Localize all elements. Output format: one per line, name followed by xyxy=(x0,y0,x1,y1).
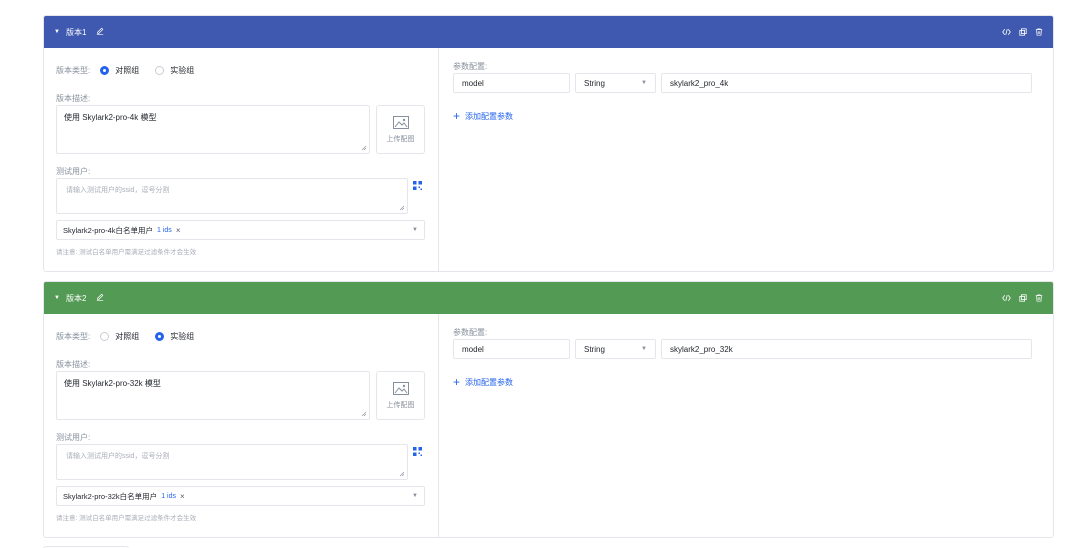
param-value-text: skylark2_pro_32k xyxy=(670,344,733,354)
resize-handle-icon[interactable] xyxy=(361,145,367,151)
radio-label: 实验组 xyxy=(170,332,195,341)
param-type-select[interactable]: String ▼ xyxy=(575,73,656,93)
test-users-placeholder: 请输入测试用户的ssid，逗号分割 xyxy=(66,187,170,194)
whitelist-select[interactable]: Skylark2-pro-4k白名单用户 1 ids × ▼ xyxy=(56,220,425,240)
whitelist-count: 1 ids xyxy=(161,492,176,500)
test-users-label: 测试用户: xyxy=(56,433,91,442)
radio-label: 实验组 xyxy=(170,66,195,75)
plus-icon: + xyxy=(453,375,461,389)
whitelist-tag-label: Skylark2-pro-4k白名单用户 xyxy=(63,225,154,235)
param-type-text: String xyxy=(584,78,605,88)
radio-circle[interactable] xyxy=(100,66,110,75)
radio-experiment-group[interactable]: 实验组 xyxy=(155,65,194,76)
radio-circle[interactable] xyxy=(155,66,165,75)
param-type-text: String xyxy=(584,344,605,354)
radio-label: 对照组 xyxy=(115,332,140,341)
upload-label: 上传配图 xyxy=(386,401,415,409)
plus-icon: + xyxy=(453,109,461,123)
whitelist-tag: Skylark2-pro-32k白名单用户 1 ids × xyxy=(63,491,185,502)
caret-down-icon[interactable]: ▼ xyxy=(54,29,60,35)
param-type-select[interactable]: String ▼ xyxy=(575,339,656,359)
param-key-text: model xyxy=(462,344,484,354)
chevron-down-icon: ▼ xyxy=(641,346,647,352)
delete-icon[interactable] xyxy=(1035,28,1043,36)
qrcode-icon[interactable] xyxy=(413,181,422,192)
image-icon xyxy=(392,115,409,129)
whitelist-note: 请注意: 测试白名单用户需满足过滤条件才会生效 xyxy=(56,515,197,522)
param-config-label: 参数配置: xyxy=(453,328,488,337)
description-text: 使用 Skylark2-pro-32k 模型 xyxy=(64,379,161,388)
chevron-down-icon: ▼ xyxy=(641,80,647,86)
add-param-button[interactable]: + 添加配置参数 xyxy=(453,110,513,122)
radio-control-group[interactable]: 对照组 xyxy=(100,331,139,342)
radio-label: 对照组 xyxy=(115,66,140,75)
description-textarea[interactable]: 使用 Skylark2-pro-32k 模型 xyxy=(56,371,370,420)
param-row: model String ▼ skylark2_pro_4k xyxy=(453,73,1032,93)
resize-handle-icon[interactable] xyxy=(399,471,405,477)
param-value-text: skylark2_pro_4k xyxy=(670,78,729,88)
test-users-placeholder: 请输入测试用户的ssid，逗号分割 xyxy=(66,453,170,460)
code-icon[interactable] xyxy=(1002,294,1011,302)
param-config-label: 参数配置: xyxy=(453,62,488,71)
chevron-down-icon[interactable]: ▼ xyxy=(412,493,418,499)
param-key-input[interactable]: model xyxy=(453,339,570,359)
add-param-label: 添加配置参数 xyxy=(465,111,514,121)
close-icon[interactable]: × xyxy=(176,226,181,235)
chevron-down-icon[interactable]: ▼ xyxy=(412,227,418,233)
param-row: model String ▼ skylark2_pro_32k xyxy=(453,339,1032,359)
resize-handle-icon[interactable] xyxy=(361,411,367,417)
whitelist-tag-label: Skylark2-pro-32k白名单用户 xyxy=(63,491,158,501)
resize-handle-icon[interactable] xyxy=(399,205,405,211)
description-text: 使用 Skylark2-pro-4k 模型 xyxy=(64,113,157,122)
qrcode-icon[interactable] xyxy=(413,447,422,458)
version-title: 版本1 xyxy=(65,27,87,37)
whitelist-select[interactable]: Skylark2-pro-32k白名单用户 1 ids × ▼ xyxy=(56,486,425,506)
edit-icon[interactable] xyxy=(96,293,104,303)
caret-down-icon[interactable]: ▼ xyxy=(54,295,60,301)
param-key-input[interactable]: model xyxy=(453,73,570,93)
version-card-2: ▼ 版本2 版本类型: 对照组 实验组 版本描述: 使用 Skylark2-pr… xyxy=(43,281,1054,538)
radio-circle[interactable] xyxy=(155,332,165,341)
copy-icon[interactable] xyxy=(1019,28,1027,36)
code-icon[interactable] xyxy=(1002,28,1011,36)
upload-label: 上传配图 xyxy=(386,135,415,143)
version-header-2[interactable]: ▼ 版本2 xyxy=(44,282,1053,314)
version-card-1: ▼ 版本1 版本类型: 对照组 实验组 版本描述: 使用 Skylark2-pr… xyxy=(43,15,1054,272)
delete-icon[interactable] xyxy=(1035,294,1043,302)
description-label: 版本描述: xyxy=(56,94,91,103)
radio-circle[interactable] xyxy=(100,332,110,341)
version-header-1[interactable]: ▼ 版本1 xyxy=(44,16,1053,48)
add-param-button[interactable]: + 添加配置参数 xyxy=(453,376,513,388)
image-icon xyxy=(392,381,409,395)
add-param-label: 添加配置参数 xyxy=(465,377,514,387)
test-users-label: 测试用户: xyxy=(56,167,91,176)
radio-control-group[interactable]: 对照组 xyxy=(100,65,139,76)
version-type-label: 版本类型: xyxy=(56,66,91,75)
param-key-text: model xyxy=(462,78,484,88)
test-users-textarea[interactable]: 请输入测试用户的ssid，逗号分割 xyxy=(56,444,408,480)
description-label: 版本描述: xyxy=(56,360,91,369)
close-icon[interactable]: × xyxy=(180,492,185,501)
edit-icon[interactable] xyxy=(96,27,104,37)
description-textarea[interactable]: 使用 Skylark2-pro-4k 模型 xyxy=(56,105,370,154)
upload-image-button[interactable]: 上传配图 xyxy=(376,105,425,154)
whitelist-note: 请注意: 测试白名单用户需满足过滤条件才会生效 xyxy=(56,249,197,256)
upload-image-button[interactable]: 上传配图 xyxy=(376,371,425,420)
param-value-input[interactable]: skylark2_pro_4k xyxy=(661,73,1032,93)
whitelist-tag: Skylark2-pro-4k白名单用户 1 ids × xyxy=(63,225,180,236)
test-users-textarea[interactable]: 请输入测试用户的ssid，逗号分割 xyxy=(56,178,408,214)
radio-experiment-group[interactable]: 实验组 xyxy=(155,331,194,342)
copy-icon[interactable] xyxy=(1019,294,1027,302)
param-value-input[interactable]: skylark2_pro_32k xyxy=(661,339,1032,359)
version-type-label: 版本类型: xyxy=(56,332,91,341)
version-title: 版本2 xyxy=(65,293,87,303)
whitelist-count: 1 ids xyxy=(157,226,172,234)
